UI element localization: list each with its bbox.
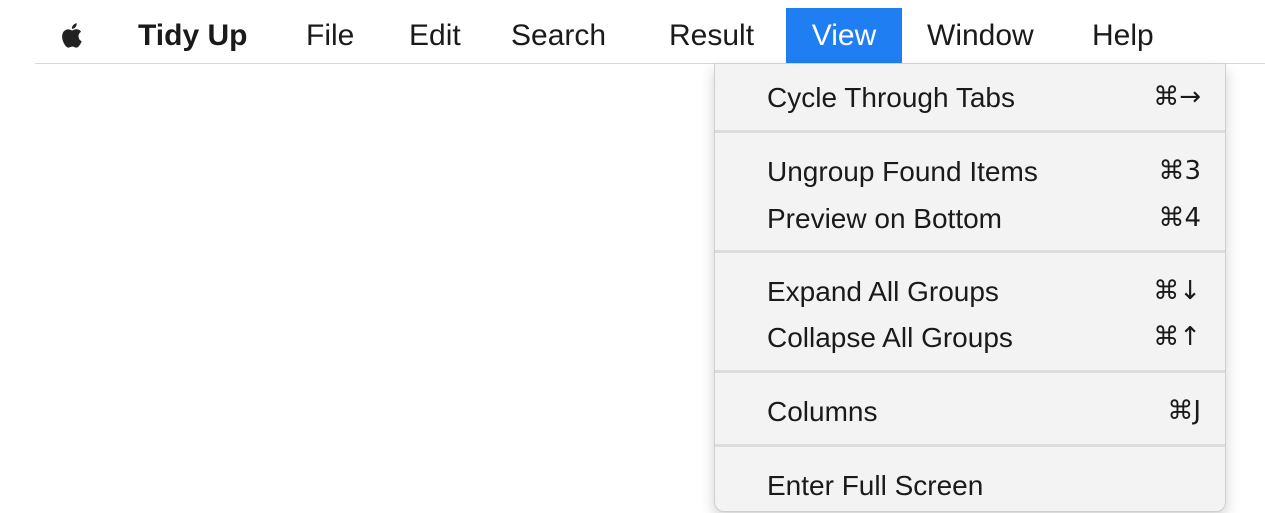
menu-item-expand-all-groups[interactable]: Expand All Groups ⌘↓ bbox=[715, 270, 1225, 314]
menu-item-label: Cycle Through Tabs bbox=[767, 82, 1015, 113]
menu-item-shortcut: ⌘3 bbox=[1158, 156, 1201, 186]
menu-item-label: Expand All Groups bbox=[767, 276, 999, 307]
menu-edit[interactable]: Edit bbox=[399, 10, 471, 62]
menu-item-shortcut: ⌘↑ bbox=[1153, 322, 1201, 352]
menu-separator bbox=[715, 444, 1225, 447]
menu-separator bbox=[715, 250, 1225, 253]
menu-window[interactable]: Window bbox=[917, 10, 1044, 62]
menu-item-columns[interactable]: Columns ⌘J bbox=[715, 390, 1225, 434]
menu-item-label: Preview on Bottom bbox=[767, 203, 1002, 234]
menu-app-name[interactable]: Tidy Up bbox=[128, 10, 257, 62]
menu-item-enter-full-screen[interactable]: Enter Full Screen bbox=[715, 464, 1225, 508]
menu-item-label: Ungroup Found Items bbox=[767, 156, 1038, 187]
menu-view[interactable]: View bbox=[786, 8, 902, 63]
menu-item-shortcut: ⌘4 bbox=[1158, 203, 1201, 233]
menu-item-shortcut: ⌘→ bbox=[1153, 82, 1201, 112]
menu-item-ungroup-found-items[interactable]: Ungroup Found Items ⌘3 bbox=[715, 150, 1225, 194]
menu-item-label: Collapse All Groups bbox=[767, 322, 1013, 353]
view-menu-dropdown: Cycle Through Tabs ⌘→ Ungroup Found Item… bbox=[714, 64, 1226, 512]
menu-search[interactable]: Search bbox=[501, 10, 616, 62]
menu-item-cycle-through-tabs[interactable]: Cycle Through Tabs ⌘→ bbox=[715, 76, 1225, 120]
menu-item-shortcut: ⌘↓ bbox=[1153, 276, 1201, 306]
apple-icon[interactable] bbox=[58, 20, 88, 50]
menu-help[interactable]: Help bbox=[1082, 10, 1164, 62]
menu-file[interactable]: File bbox=[296, 10, 364, 62]
menu-item-preview-on-bottom[interactable]: Preview on Bottom ⌘4 bbox=[715, 197, 1225, 241]
menu-separator bbox=[715, 130, 1225, 133]
menu-item-shortcut: ⌘J bbox=[1167, 396, 1201, 426]
menu-item-label: Enter Full Screen bbox=[767, 470, 984, 501]
menu-separator bbox=[715, 370, 1225, 373]
menu-result[interactable]: Result bbox=[659, 10, 764, 62]
menu-item-label: Columns bbox=[767, 396, 878, 427]
menu-item-collapse-all-groups[interactable]: Collapse All Groups ⌘↑ bbox=[715, 316, 1225, 360]
menu-bar: Tidy Up File Edit Search Result View Win… bbox=[0, 0, 1265, 64]
